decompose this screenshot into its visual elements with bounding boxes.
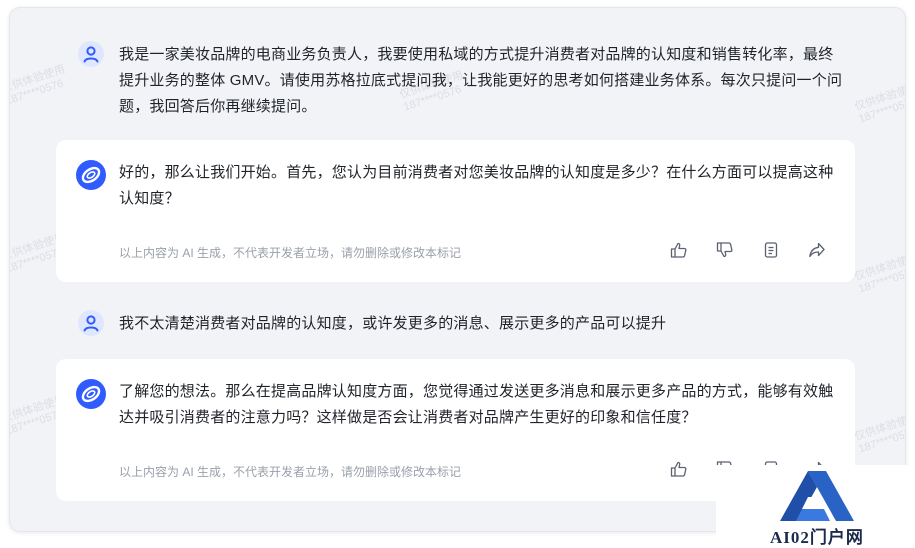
like-button[interactable] bbox=[667, 457, 691, 481]
user-icon bbox=[83, 315, 99, 332]
watermark: 仅供体验使用187****0576 bbox=[853, 411, 905, 456]
dislike-button[interactable] bbox=[713, 238, 737, 262]
chat-window: 仅供体验使用 187****0576 仅供体验使用 187****0576 仅供体验… bbox=[10, 8, 905, 531]
watermark: 仅供体验使用187****0576 bbox=[10, 63, 67, 108]
watermark: 仅供体验使用187****0576 bbox=[853, 251, 905, 296]
user-message-text: 我不太清楚消费者对品牌的认知度，或许发更多的消息、展示更多的产品可以提升 bbox=[119, 315, 667, 332]
ai02-logo-icon bbox=[780, 471, 854, 521]
logo-text: AI02门户网 bbox=[770, 528, 864, 547]
copy-icon bbox=[764, 242, 778, 258]
ai-disclaimer: 以上内容为 AI 生成，不代表开发者立场，请勿删除或修改本标记 bbox=[119, 246, 462, 260]
user-icon bbox=[83, 46, 99, 63]
like-button[interactable] bbox=[667, 238, 691, 262]
user-avatar bbox=[78, 41, 104, 67]
site-logo: AI02门户网 bbox=[716, 465, 915, 547]
watermark: 仅供体验使用187****0576 bbox=[853, 81, 905, 126]
assistant-message-card: 好的，那么让我们开始。首先，您认为目前消费者对您美妆品牌的认知度是多少？在什么方… bbox=[56, 140, 855, 282]
user-avatar bbox=[78, 310, 104, 336]
message-actions bbox=[667, 238, 829, 262]
copy-button[interactable] bbox=[759, 238, 783, 262]
assistant-avatar bbox=[76, 160, 106, 190]
assistant-avatar bbox=[76, 379, 106, 409]
ai-logo-icon bbox=[81, 385, 101, 403]
share-button[interactable] bbox=[805, 238, 829, 262]
assistant-message-text: 了解您的想法。那么在提高品牌认知度方面，您觉得通过发送更多消息和展示更多产品的方… bbox=[119, 383, 834, 426]
assistant-message-text: 好的，那么让我们开始。首先，您认为目前消费者对您美妆品牌的认知度是多少？在什么方… bbox=[119, 164, 834, 207]
thumbs-down-icon bbox=[716, 242, 733, 258]
user-message-text: 我是一家美妆品牌的电商业务负责人，我要使用私域的方式提升消费者对品牌的认知度和销… bbox=[119, 46, 843, 115]
ai-disclaimer: 以上内容为 AI 生成，不代表开发者立场，请勿删除或修改本标记 bbox=[119, 465, 462, 479]
thumbs-up-icon bbox=[670, 242, 687, 258]
ai-logo-icon bbox=[81, 166, 101, 184]
share-icon bbox=[809, 242, 825, 258]
thumbs-up-icon bbox=[670, 461, 687, 477]
